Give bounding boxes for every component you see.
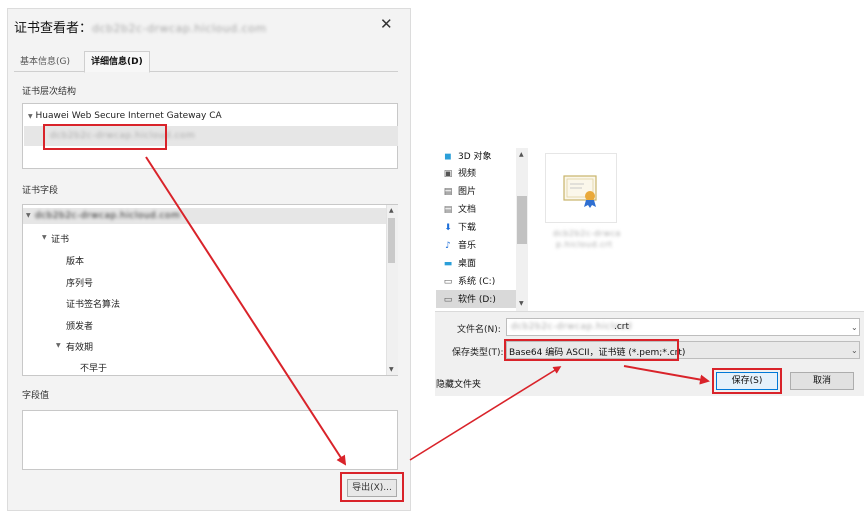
field-item-algorithm[interactable]: 证书签名算法 <box>66 297 120 310</box>
nav-item-label: 视频 <box>458 169 477 179</box>
tab-bar: 基本信息(G) 详细信息(D) <box>14 51 398 73</box>
filename-extension: .crt <box>614 322 630 332</box>
tree-collapse-icon: ▼ <box>42 234 47 241</box>
drive-icon: ▭ <box>443 295 453 305</box>
picture-icon: ▤ <box>443 187 453 197</box>
field-item-version[interactable]: 版本 <box>66 254 84 267</box>
nav-item-label: 下载 <box>458 223 477 233</box>
scroll-down-icon[interactable]: ▼ <box>389 366 394 373</box>
nav-item[interactable]: ▤ 图片 <box>442 184 476 200</box>
scroll-down-icon[interactable]: ▼ <box>519 300 524 307</box>
nav-item[interactable]: ◼ 3D 对象 <box>442 149 492 165</box>
tab-detail-info[interactable]: 详细信息(D) <box>84 51 150 73</box>
highlight-box-export <box>340 472 404 502</box>
chevron-down-icon[interactable]: ⌄ <box>851 323 858 332</box>
field-item-cert[interactable]: 证书 <box>51 232 69 245</box>
document-icon: ▤ <box>443 205 453 215</box>
nav-item-label: 桌面 <box>458 259 477 269</box>
cancel-button[interactable]: 取消 <box>790 372 854 390</box>
filename-input[interactable]: dcb2b2c-drwcap.hicloud <box>506 318 860 336</box>
tab-basic-info[interactable]: 基本信息(G) <box>14 54 76 71</box>
scroll-up-icon[interactable]: ▲ <box>519 151 524 158</box>
tree-collapse-icon: ▼ <box>56 342 61 349</box>
nav-item[interactable]: ♪ 音乐 <box>442 238 476 254</box>
filename-label: 文件名(N): <box>457 325 501 335</box>
close-icon[interactable]: ✕ <box>380 15 393 33</box>
hierarchy-label: 证书层次结构 <box>22 87 77 97</box>
chevron-down-icon[interactable]: ⌄ <box>851 346 858 355</box>
scroll-up-icon[interactable]: ▲ <box>389 207 394 214</box>
nav-item-label: 文档 <box>458 205 477 215</box>
file-label-line1: dcb2b2c-drwca <box>553 229 621 238</box>
fields-label: 证书字段 <box>22 186 59 196</box>
tree-collapse-icon: ▼ <box>26 212 31 219</box>
field-value-box[interactable] <box>22 410 398 470</box>
viewer-title: 证书查看者：dcb2b2c-drwcap.hicloud.com <box>14 17 267 36</box>
fields-scrollbar-thumb[interactable] <box>388 218 395 263</box>
field-item-not-before[interactable]: 不早于 <box>80 361 107 374</box>
viewer-title-domain: dcb2b2c-drwcap.hicloud.com <box>92 22 267 35</box>
cube-3d-icon: ◼ <box>444 152 452 162</box>
nav-item[interactable]: ▣ 视频 <box>442 166 476 182</box>
music-icon: ♪ <box>445 241 451 251</box>
field-item-serial[interactable]: 序列号 <box>66 276 93 289</box>
hierarchy-root-label: Huawei Web Secure Internet Gateway CA <box>35 111 222 121</box>
nav-item[interactable]: ▭ 系统 (C:) <box>442 274 495 290</box>
drive-icon: ▭ <box>443 277 453 287</box>
field-item-top: dcb2b2c-drwcap.hicloud.com <box>35 211 181 221</box>
tree-collapse-icon: ▼ <box>28 113 33 120</box>
download-icon: ⬇ <box>444 223 452 233</box>
nav-item-label: 系统 (C:) <box>458 277 496 287</box>
highlight-box-hierarchy <box>43 124 167 150</box>
nav-item-label: 图片 <box>458 187 477 197</box>
field-item-issuer[interactable]: 颁发者 <box>66 319 93 332</box>
file-label-line2: p.hicloud.crt <box>556 240 613 249</box>
desktop-icon: ▬ <box>443 259 453 269</box>
nav-item[interactable]: ▤ 文档 <box>442 202 476 218</box>
certificate-file-icon[interactable] <box>545 153 617 223</box>
field-item-validity[interactable]: 有效期 <box>66 340 93 353</box>
hide-folders-toggle[interactable]: 隐藏文件夹 <box>436 377 481 390</box>
nav-item[interactable]: ⬇ 下载 <box>442 220 476 236</box>
certificate-fields-tree: ▼ dcb2b2c-drwcap.hicloud.com ▼ 证书 版本 序列号… <box>22 204 398 376</box>
nav-scrollbar-thumb[interactable] <box>517 196 527 244</box>
nav-item[interactable]: ▬ 桌面 <box>442 256 476 272</box>
field-value-label: 字段值 <box>22 391 50 401</box>
highlight-box-save <box>712 368 782 394</box>
nav-item-label: 3D 对象 <box>458 152 492 162</box>
hierarchy-root-item[interactable]: ▼ Huawei Web Secure Internet Gateway CA <box>28 111 222 121</box>
video-icon: ▣ <box>443 169 453 179</box>
nav-item-label: 音乐 <box>458 241 477 251</box>
filetype-label: 保存类型(T): <box>452 348 504 358</box>
viewer-title-prefix: 证书查看者： <box>14 21 93 36</box>
nav-item[interactable]: ▭ 软件 (D:) <box>442 292 496 308</box>
highlight-box-filetype <box>504 339 679 361</box>
nav-item-label: 软件 (D:) <box>458 295 496 305</box>
